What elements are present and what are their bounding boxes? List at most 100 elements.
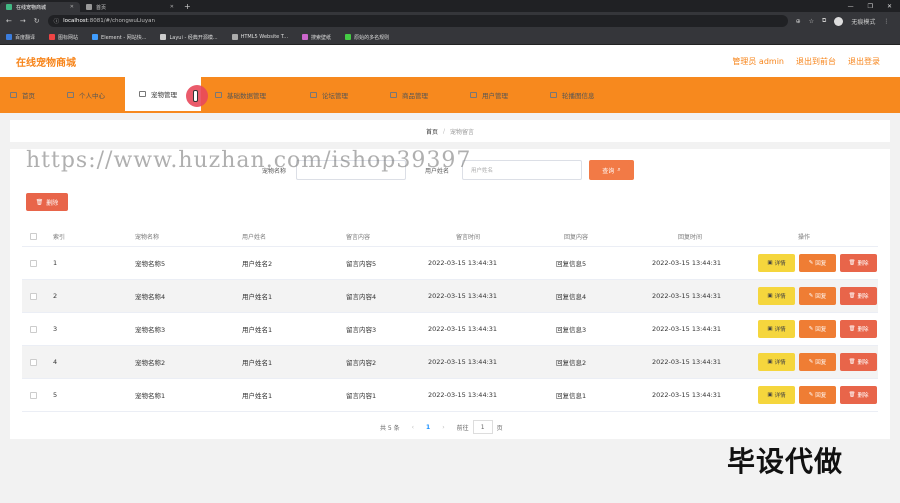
- list-icon: [139, 91, 146, 97]
- reply-button[interactable]: ✎ 回复: [799, 320, 836, 338]
- bookmark-item[interactable]: 原始的多名规则: [345, 34, 389, 41]
- delete-button[interactable]: 🗑 删除: [840, 254, 877, 272]
- close-icon[interactable]: ✕: [170, 4, 174, 10]
- reply-button[interactable]: ✎ 回复: [799, 353, 836, 371]
- bookmark-icon: [6, 34, 12, 40]
- row-checkbox[interactable]: [29, 292, 37, 300]
- extensions-icon[interactable]: ⧉: [822, 17, 826, 25]
- bookmark-item[interactable]: HTML5 Website T...: [231, 34, 289, 40]
- close-icon[interactable]: ✕: [70, 4, 74, 10]
- maximize-icon[interactable]: ❐: [868, 3, 873, 10]
- data-icon: [215, 92, 222, 98]
- minimize-icon[interactable]: —: [848, 3, 854, 10]
- back-to-frontend-link[interactable]: 退出到前台: [796, 56, 836, 67]
- forward-icon[interactable]: →: [20, 17, 26, 25]
- nav-item-carousel[interactable]: 轮播图信息: [536, 77, 609, 113]
- row-checkbox[interactable]: [29, 358, 37, 366]
- reload-icon[interactable]: ↻: [34, 17, 40, 25]
- bookmark-item[interactable]: Element - 网站快...: [92, 34, 146, 41]
- row-checkbox[interactable]: [29, 325, 37, 333]
- nav-item-goods[interactable]: 商品管理: [376, 77, 456, 113]
- nav-item-home[interactable]: 首页: [0, 77, 53, 113]
- tab-label: 在线宠物商城: [16, 4, 47, 11]
- detail-button[interactable]: ▣ 详情: [758, 320, 795, 338]
- total-count: 共 5 条: [380, 424, 400, 432]
- zoom-icon[interactable]: ⊕: [796, 18, 801, 25]
- address-bar: ← → ↻ ⓘ localhost:8081/#/chongwuLiuyan ⊕…: [0, 12, 900, 30]
- trash-icon: 🗑: [848, 359, 856, 365]
- cell-index: 4: [53, 358, 58, 366]
- bookmark-label: 搜索壁纸: [311, 34, 332, 41]
- reply-label: 回复: [815, 360, 827, 366]
- cell-reply-time: 2022-03-15 13:44:31: [652, 358, 722, 366]
- search-button-label: 查询: [602, 167, 615, 175]
- bookmark-star-icon[interactable]: ☆: [809, 18, 814, 25]
- menu-icon[interactable]: ⋮: [883, 18, 889, 25]
- profile-avatar[interactable]: [834, 16, 844, 26]
- page-jump-input[interactable]: 1: [472, 420, 493, 434]
- new-tab-icon[interactable]: +: [184, 2, 191, 11]
- browser-tab[interactable]: 首页 ✕: [80, 2, 180, 12]
- bookmark-item[interactable]: 图标网站: [49, 34, 78, 41]
- delete-label: 删除: [857, 327, 869, 333]
- bookmark-label: HTML5 Website T...: [240, 34, 289, 40]
- back-icon[interactable]: ←: [6, 17, 12, 25]
- user-name-input[interactable]: 用户姓名: [462, 160, 582, 180]
- search-button[interactable]: 查询 ⌕: [589, 160, 634, 180]
- detail-button[interactable]: ▣ 详情: [758, 353, 795, 371]
- reply-button[interactable]: ✎ 回复: [799, 254, 836, 272]
- detail-button[interactable]: ▣ 详情: [758, 386, 795, 404]
- detail-label: 详情: [774, 393, 786, 399]
- nav-item-users[interactable]: 用户管理: [456, 77, 536, 113]
- nav-label: 用户管理: [482, 92, 508, 100]
- delete-button[interactable]: 🗑 删除: [840, 386, 877, 404]
- cell-user-name: 用户姓名2: [242, 260, 273, 268]
- nav-item-forum[interactable]: 论坛管理: [296, 77, 376, 113]
- cell-message: 留言内容3: [346, 326, 377, 334]
- detail-label: 详情: [774, 327, 786, 333]
- page-number[interactable]: 1: [426, 424, 430, 431]
- select-all-checkbox[interactable]: [29, 232, 37, 240]
- batch-delete-button[interactable]: 🗑 删除: [26, 193, 68, 211]
- detail-button[interactable]: ▣ 详情: [758, 254, 795, 272]
- nav-item-base-data[interactable]: 基础数据管理: [201, 77, 296, 113]
- bookmark-item[interactable]: 搜索壁纸: [302, 34, 331, 41]
- url-field[interactable]: ⓘ localhost:8081/#/chongwuLiuyan: [47, 15, 788, 27]
- nav-item-profile[interactable]: 个人中心: [53, 77, 125, 113]
- cell-reply-time: 2022-03-15 13:44:31: [652, 292, 722, 300]
- bookmark-icon: [302, 34, 309, 40]
- delete-button[interactable]: 🗑 删除: [840, 287, 877, 305]
- profile-label[interactable]: 无痕模式: [851, 17, 875, 26]
- detail-button[interactable]: ▣ 详情: [758, 287, 795, 305]
- close-window-icon[interactable]: ✕: [887, 3, 892, 10]
- detail-icon: ▣: [767, 293, 773, 299]
- delete-button[interactable]: 🗑 删除: [840, 320, 877, 338]
- main-nav: 首页 个人中心 宠物管理 基础数据管理 论坛管理 商品管理 用户管理 轮播图信息: [0, 77, 900, 113]
- reply-button[interactable]: ✎ 回复: [799, 386, 836, 404]
- prev-page-icon[interactable]: ‹: [412, 424, 414, 431]
- table-header: 索引 宠物名称 用户姓名 留言内容 留言时间 回复内容 回复时间 操作: [22, 226, 878, 247]
- bookmark-item[interactable]: 百度翻译: [6, 34, 35, 41]
- next-page-icon[interactable]: ›: [442, 424, 444, 431]
- edit-icon: ✎: [808, 326, 814, 332]
- home-icon: [10, 92, 17, 98]
- delete-button[interactable]: 🗑 删除: [840, 353, 877, 371]
- vue-icon: [6, 4, 12, 10]
- row-checkbox[interactable]: [29, 391, 37, 399]
- logout-link[interactable]: 退出登录: [848, 56, 880, 67]
- reply-button[interactable]: ✎ 回复: [799, 287, 836, 305]
- breadcrumb-home[interactable]: 首页: [426, 127, 438, 136]
- search-icon: ⌕: [617, 166, 621, 173]
- browser-tab-active[interactable]: 在线宠物商城 ✕: [0, 2, 80, 12]
- image-icon: [550, 92, 557, 98]
- cell-pet-name: 宠物名称3: [135, 326, 166, 334]
- reply-label: 回复: [815, 393, 827, 399]
- table-row: 3 宠物名称3 用户姓名1 留言内容3 2022-03-15 13:44:31 回复信息3…: [22, 313, 878, 346]
- col-message: 留言内容: [346, 233, 371, 241]
- bookmark-item[interactable]: Layui - 经典开源模...: [160, 34, 218, 41]
- bookmark-label: 百度翻译: [15, 34, 36, 41]
- bookmark-icon: [92, 34, 99, 40]
- row-checkbox[interactable]: [29, 259, 37, 267]
- trash-icon: 🗑: [848, 293, 856, 299]
- cell-reply: 回复信息4: [556, 293, 587, 301]
